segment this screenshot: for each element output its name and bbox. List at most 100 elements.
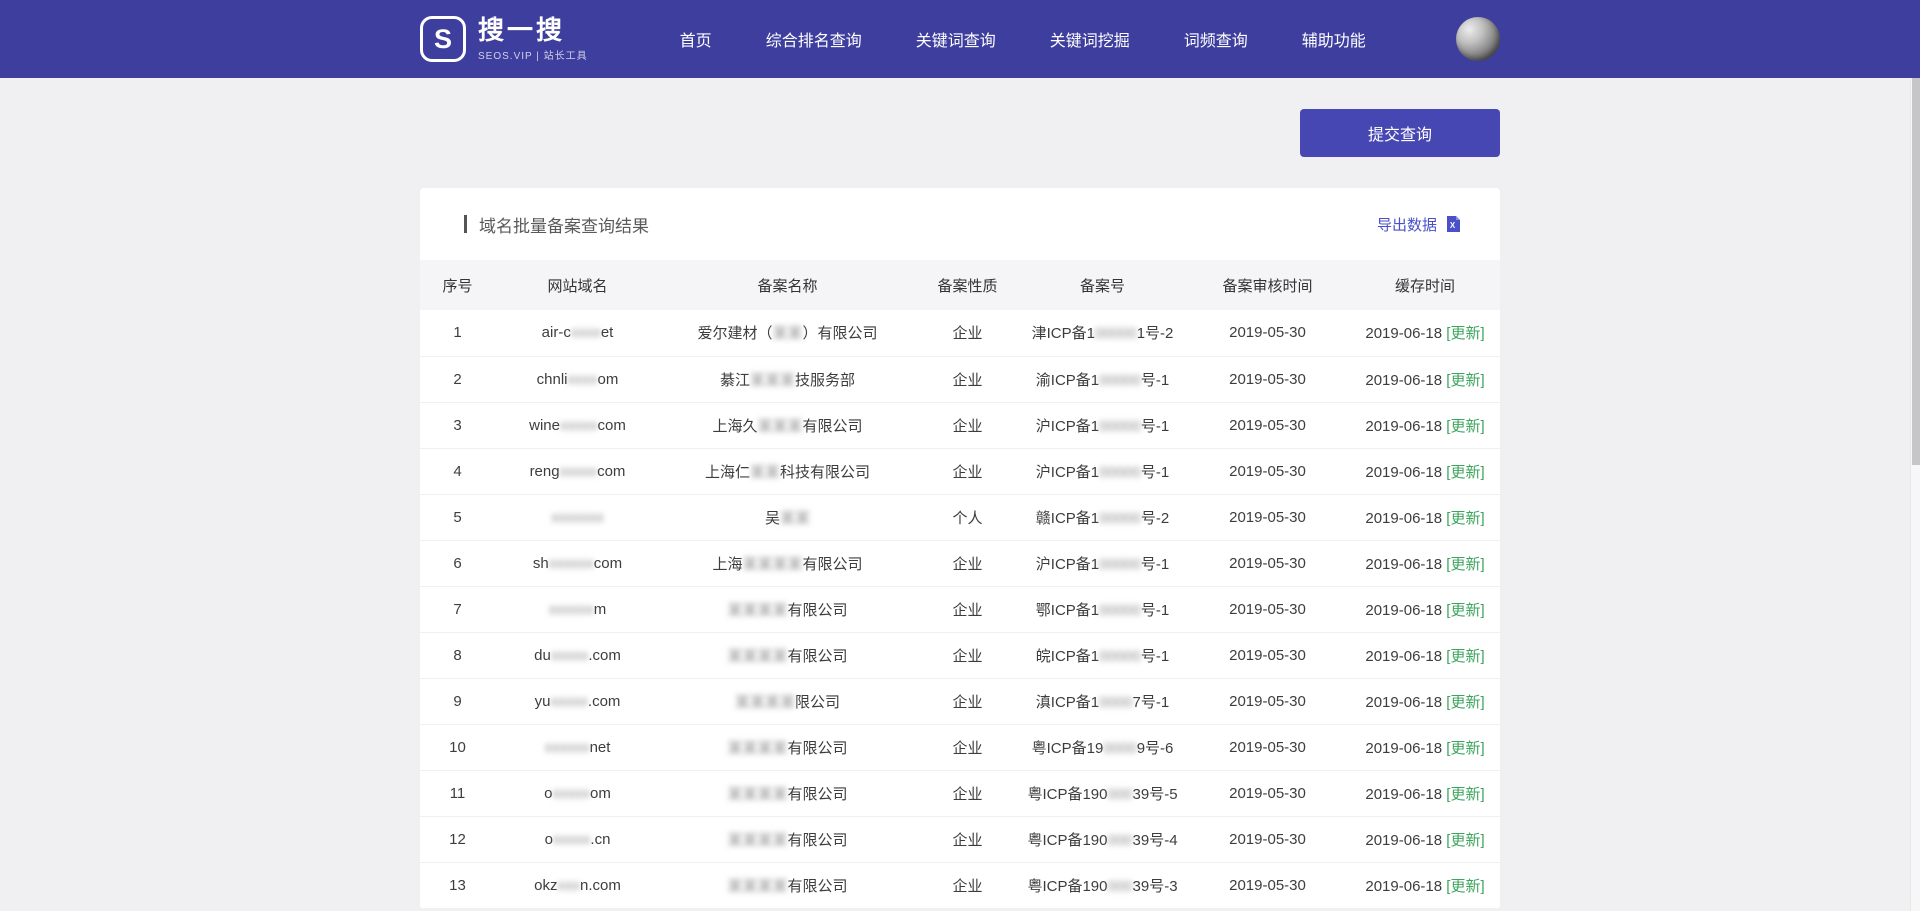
text: 滇ICP备1 [1036,694,1099,711]
text: 号-1 [1141,602,1169,619]
cell-domain: duxxxxx.com [495,632,660,678]
cell-icp-number: 沪ICP备100000号-1 [1020,540,1185,586]
logo-text: 搜一搜 SEOS.VIP | 站长工具 [478,16,588,63]
table-row: 8duxxxxx.com某某某某有限公司企业皖ICP备100000号-12019… [420,632,1500,678]
redacted-text: 某某某某 [727,740,787,757]
cell-cache-date: 2019-06-18 [更新] [1350,356,1500,402]
cell-record-name: 某某某某有限公司 [660,862,915,908]
cell-record-name: 吴某某 [660,494,915,540]
text: 39号-3 [1133,878,1178,895]
text: 皖ICP备1 [1036,648,1099,665]
text: 上海久 [712,418,757,435]
text: 鄂ICP备1 [1036,602,1099,619]
text: 上海仁 [705,464,750,481]
update-link[interactable]: [更新] [1446,325,1484,342]
text: 限公司 [795,694,840,711]
redacted-text: 某某 [750,464,780,481]
update-link[interactable]: [更新] [1446,740,1484,757]
text: 有限公司 [788,648,848,665]
text: 有限公司 [788,832,848,849]
cell-index: 4 [420,448,495,494]
text: ）有限公司 [803,325,878,342]
nav-item-home[interactable]: 首页 [680,27,712,51]
text: 号-1 [1141,418,1169,435]
cell-index: 9 [420,678,495,724]
excel-file-icon: X [1444,215,1462,233]
export-data-link[interactable]: 导出数据 X [1377,214,1462,235]
navbar: S 搜一搜 SEOS.VIP | 站长工具 首页 综合排名查询 关键词查询 关键词挖掘… [0,0,1920,78]
text: om [590,785,611,802]
cell-index: 10 [420,724,495,770]
cell-index: 8 [420,632,495,678]
redacted-text: 00000 [1099,556,1141,573]
redacted-text: 某某某某 [727,878,787,895]
text: 39号-5 [1133,786,1178,803]
text: .com [588,693,621,710]
text: 粤ICP备19 [1032,740,1104,757]
cell-record-type: 企业 [915,862,1020,908]
text: 有限公司 [788,878,848,895]
update-link[interactable]: [更新] [1446,602,1484,619]
redacted-text: xxxxxxx [551,509,604,526]
update-link[interactable]: [更新] [1446,832,1484,849]
logo-letter: S [434,26,452,53]
text: .com [588,647,621,664]
update-link[interactable]: [更新] [1446,648,1484,665]
nav-item-keyword-query[interactable]: 关键词查询 [916,27,996,51]
redacted-text: 000 [1107,786,1132,803]
text: o [545,831,553,848]
text: 有限公司 [788,602,848,619]
redacted-text: xxxxxx [549,555,594,572]
cell-icp-number: 沪ICP备100000号-1 [1020,448,1185,494]
table-row: 5xxxxxxx吴某某个人赣ICP备100000号-22019-05-30201… [420,494,1500,540]
text: 号-1 [1141,464,1169,481]
site-logo[interactable]: S 搜一搜 SEOS.VIP | 站长工具 [420,16,588,63]
update-link[interactable]: [更新] [1446,510,1484,527]
cell-icp-number: 粤ICP备19000039号-5 [1020,770,1185,816]
cell-cache-date: 2019-06-18 [更新] [1350,862,1500,908]
redacted-text: 00000 [1099,464,1141,481]
scrollbar-track[interactable] [1910,78,1920,911]
update-link[interactable]: [更新] [1446,786,1484,803]
cell-icp-number: 滇ICP备100007号-1 [1020,678,1185,724]
redacted-text: 某某 [772,325,802,342]
table-header-row: 序号网站域名备案名称备案性质备案号备案审核时间缓存时间 [420,260,1500,310]
update-link[interactable]: [更新] [1446,418,1484,435]
update-link[interactable]: [更新] [1446,464,1484,481]
text: sh [533,555,549,572]
redacted-text: xxxxx [551,647,589,664]
text: air-c [542,324,571,341]
redacted-text: 某某某某 [742,556,802,573]
update-link[interactable]: [更新] [1446,556,1484,573]
logo-s-icon: S [420,16,466,62]
cell-record-name: 上海仁某某科技有限公司 [660,448,915,494]
cell-cache-date: 2019-06-18 [更新] [1350,586,1500,632]
text: 号-1 [1141,648,1169,665]
text: chnli [537,371,568,388]
table-row: 3winexxxxxcom上海久某某某有限公司企业沪ICP备100000号-12… [420,402,1500,448]
update-link[interactable]: [更新] [1446,694,1484,711]
column-header: 备案审核时间 [1185,260,1350,310]
nav-item-comprehensive-rank-query[interactable]: 综合排名查询 [766,27,862,51]
scrollbar-thumb[interactable] [1912,78,1920,465]
text: 有限公司 [803,418,863,435]
cell-record-type: 企业 [915,310,1020,356]
text: m [594,601,607,618]
nav-item-word-frequency-query[interactable]: 词频查询 [1184,27,1248,51]
cell-domain: okzxxxn.com [495,862,660,908]
cell-record-name: 某某某某有限公司 [660,724,915,770]
update-link[interactable]: [更新] [1446,878,1484,895]
nav-item-auxiliary-functions[interactable]: 辅助功能 [1302,27,1366,51]
redacted-text: 00000 [1099,510,1141,527]
cell-icp-number: 渝ICP备100000号-1 [1020,356,1185,402]
cell-index: 7 [420,586,495,632]
redacted-text: 00000 [1099,418,1141,435]
text: 赣ICP备1 [1036,510,1099,527]
column-header: 序号 [420,260,495,310]
update-link[interactable]: [更新] [1446,372,1484,389]
cell-domain: chnlixxxxom [495,356,660,402]
submit-query-button[interactable]: 提交查询 [1300,109,1500,157]
text: yu [535,693,551,710]
nav-item-keyword-mining[interactable]: 关键词挖掘 [1050,27,1130,51]
user-avatar[interactable] [1456,17,1500,61]
